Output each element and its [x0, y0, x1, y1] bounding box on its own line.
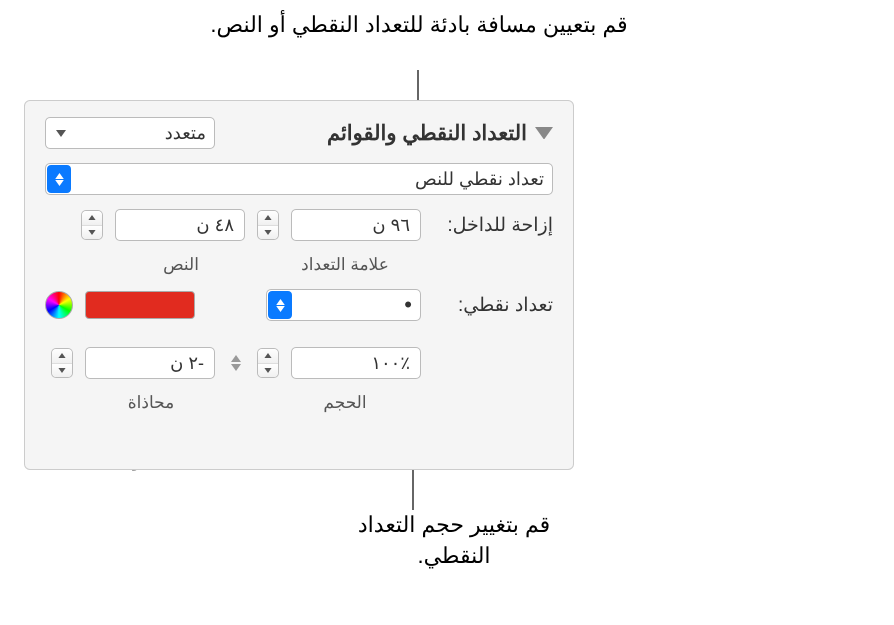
- color-swatch[interactable]: [85, 291, 195, 319]
- bullet-indent-stepper[interactable]: [257, 210, 279, 240]
- align-stepper[interactable]: [51, 348, 73, 378]
- stepper-down-icon[interactable]: [52, 364, 72, 378]
- text-indent-field[interactable]: ٤٨ ن: [115, 209, 245, 241]
- updown-chevrons-icon: [268, 291, 292, 319]
- text-indent-value: ٤٨ ن: [196, 215, 234, 236]
- stepper-up-icon[interactable]: [258, 211, 278, 226]
- type-dropdown-value: تعداد نقطي للنص: [415, 169, 544, 190]
- text-indent-caption: النص: [105, 255, 257, 275]
- stepper-down-icon[interactable]: [82, 226, 102, 240]
- align-field[interactable]: -٢ ن: [85, 347, 215, 379]
- bullet-type-label: تعداد نقطي:: [433, 294, 553, 317]
- chevron-down-icon: [54, 128, 68, 138]
- align-value: -٢ ن: [170, 353, 204, 374]
- stepper-up-icon[interactable]: [258, 349, 278, 364]
- stepper-up-icon[interactable]: [52, 349, 72, 364]
- section-title: التعداد النقطي والقوائم: [327, 121, 527, 146]
- stepper-up-icon[interactable]: [82, 211, 102, 226]
- size-field[interactable]: ٪١٠٠: [291, 347, 421, 379]
- callout-size: قم بتغيير حجم التعداد النقطي.: [334, 510, 574, 572]
- style-dropdown-value: متعدد: [165, 123, 206, 144]
- bullet-symbol-dropdown[interactable]: •: [266, 289, 421, 321]
- stepper-down-icon[interactable]: [258, 364, 278, 378]
- type-dropdown[interactable]: تعداد نقطي للنص: [45, 163, 553, 195]
- bullet-indent-value: ٩٦ ن: [372, 215, 410, 236]
- callout-indent: قم بتعيين مسافة بادئة للتعداد النقطي أو …: [209, 10, 629, 41]
- indent-label: إزاحة للداخل:: [433, 214, 553, 237]
- vertical-move-icon: [227, 349, 245, 377]
- bullet-indent-field[interactable]: ٩٦ ن: [291, 209, 421, 241]
- style-dropdown[interactable]: متعدد: [45, 117, 215, 149]
- text-indent-stepper[interactable]: [81, 210, 103, 240]
- size-caption: الحجم: [269, 393, 421, 413]
- size-value: ٪١٠٠: [371, 353, 410, 374]
- bullet-symbol-value: •: [404, 292, 412, 318]
- align-caption: محاذاة: [75, 393, 227, 413]
- updown-chevrons-icon: [47, 165, 71, 193]
- size-stepper[interactable]: [257, 348, 279, 378]
- stepper-down-icon[interactable]: [258, 226, 278, 240]
- color-wheel-icon[interactable]: [45, 291, 73, 319]
- disclosure-icon[interactable]: [535, 124, 553, 142]
- bullet-indent-caption: علامة التعداد: [269, 255, 421, 275]
- bullets-lists-panel: التعداد النقطي والقوائم متعدد تعداد نقطي…: [24, 100, 574, 470]
